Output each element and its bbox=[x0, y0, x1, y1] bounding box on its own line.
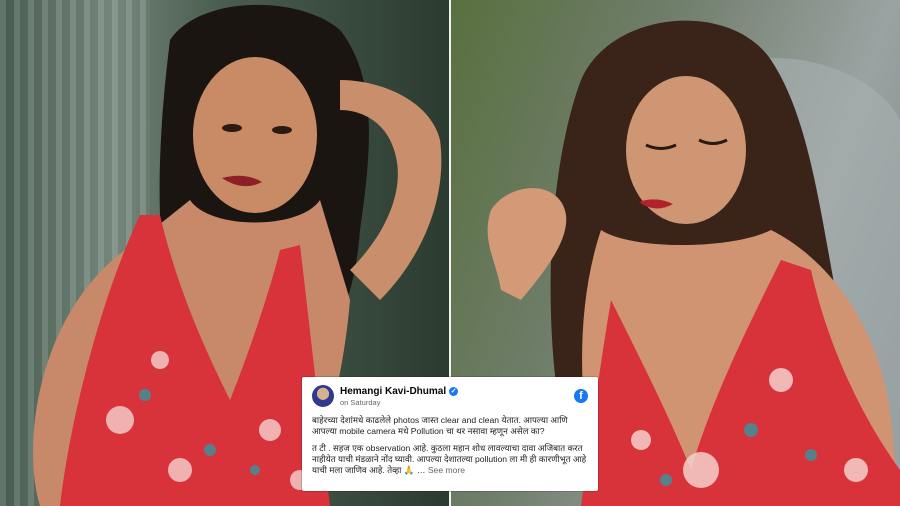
post-body: बाहेरच्या देशांमधे काढलेले photos जास्त … bbox=[312, 415, 588, 476]
avatar[interactable] bbox=[312, 385, 334, 407]
post-paragraph-2: त टी . सहज एक observation आहे. कुठला महा… bbox=[312, 443, 588, 476]
facebook-icon: f bbox=[574, 389, 588, 403]
author-name[interactable]: Hemangi Kavi-Dhumal ✓ bbox=[340, 386, 574, 397]
post-header: Hemangi Kavi-Dhumal ✓ on Saturday f bbox=[312, 383, 588, 409]
post-timestamp[interactable]: on Saturday bbox=[340, 398, 574, 407]
post-meta: Hemangi Kavi-Dhumal ✓ on Saturday bbox=[340, 386, 574, 407]
see-more-link[interactable]: See more bbox=[428, 465, 465, 475]
facebook-post-card: Hemangi Kavi-Dhumal ✓ on Saturday f बाहे… bbox=[302, 377, 598, 491]
author-name-text[interactable]: Hemangi Kavi-Dhumal bbox=[340, 386, 446, 397]
post-paragraph-1: बाहेरच्या देशांमधे काढलेले photos जास्त … bbox=[312, 415, 568, 436]
verified-badge-icon: ✓ bbox=[449, 386, 459, 396]
